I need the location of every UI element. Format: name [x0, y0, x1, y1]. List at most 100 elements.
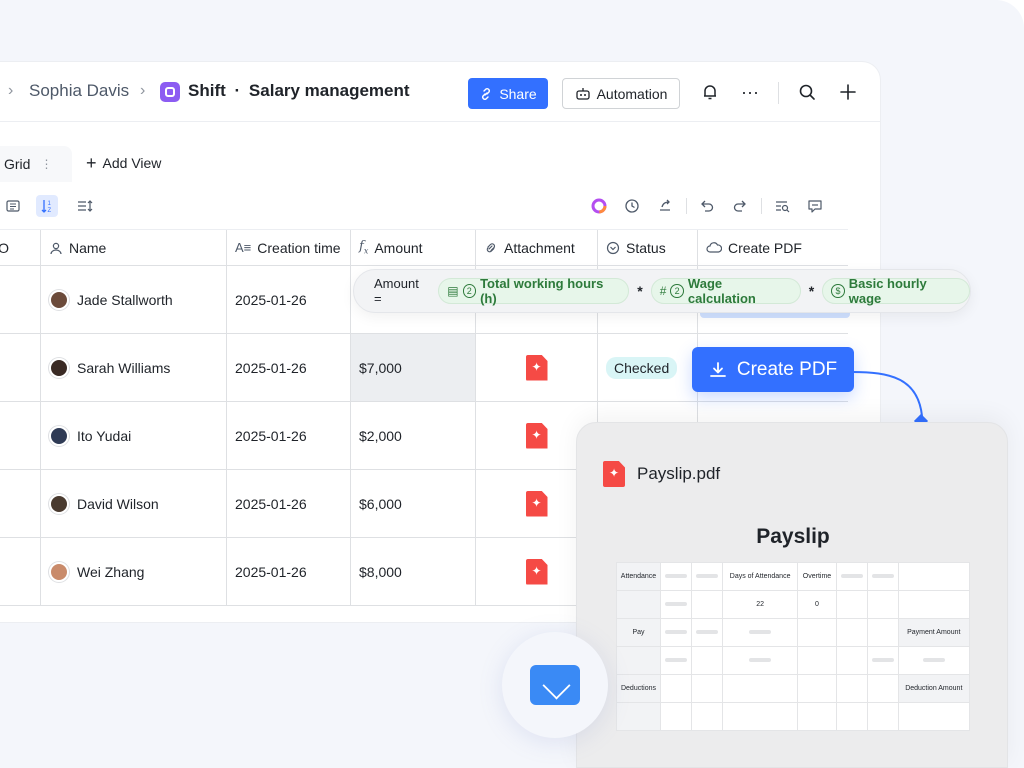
row-number-cell[interactable] — [0, 334, 41, 401]
cloud-icon — [706, 241, 722, 253]
name-cell[interactable]: Wei Zhang — [41, 538, 227, 605]
column-header-creation-time[interactable]: A≡ Creation time — [227, 230, 351, 265]
days-label: Days of Attendance — [721, 562, 799, 591]
app-name: Shift — [188, 81, 226, 100]
tab-options-icon[interactable]: ⋮ — [40, 157, 52, 171]
person-name: David Wilson — [77, 495, 159, 512]
more-icon[interactable]: ··· — [738, 80, 762, 104]
page-title: Shift · Salary management — [188, 81, 410, 101]
bell-icon[interactable] — [698, 80, 722, 104]
date-cell[interactable]: 2025-01-26 — [227, 266, 351, 333]
payslip-table: Attendance Days of Attendance Overtime 2… — [616, 562, 971, 731]
ai-icon[interactable] — [588, 195, 610, 217]
base-app-icon — [160, 82, 180, 102]
multiply-operator: * — [808, 283, 815, 299]
formula-chip-wage-calculation[interactable]: # 2 Wage calculation — [650, 276, 801, 306]
date-cell[interactable]: 2025-01-26 — [227, 538, 351, 605]
plus-icon[interactable] — [836, 80, 860, 104]
pdf-file-icon[interactable] — [525, 422, 548, 449]
grid-toolbar: 1Z — [0, 190, 860, 224]
pdf-file-icon[interactable] — [525, 558, 548, 585]
name-cell[interactable]: David Wilson — [41, 470, 227, 537]
column-header-name[interactable]: Name — [41, 230, 227, 265]
table-name: Salary management — [248, 81, 410, 100]
create-pdf-button[interactable]: Create PDF — [692, 347, 854, 392]
chip-count: 2 — [670, 284, 684, 298]
formula-bar: Amount = ▤ 2 Total working hours (h) * #… — [353, 269, 971, 313]
status-cell[interactable]: Checked — [598, 334, 698, 401]
automation-label: Automation — [596, 85, 668, 102]
email-bubble[interactable] — [502, 632, 608, 738]
amount-cell[interactable]: $2,000 — [351, 402, 476, 469]
comment-icon[interactable] — [804, 195, 826, 217]
amount-cell[interactable]: $7,000 — [351, 334, 476, 401]
add-view-button[interactable]: + Add View — [86, 153, 161, 173]
column-header-attachment[interactable]: Attachment — [476, 230, 598, 265]
robot-icon — [575, 87, 590, 100]
fields-icon[interactable] — [2, 195, 24, 217]
chip-label: Total working hours (h) — [480, 276, 604, 306]
formula-icon: ▤ — [447, 284, 459, 298]
download-icon — [709, 361, 726, 377]
formula-icon: fx — [359, 239, 369, 256]
share-button[interactable]: Share — [468, 78, 548, 109]
plus-icon: + — [86, 153, 97, 173]
amount-value: $8,000 — [359, 563, 402, 580]
deductions-label: Deductions — [616, 674, 661, 703]
tab-grid-label: Grid — [4, 156, 31, 172]
single-select-icon — [606, 241, 620, 254]
toolbar-divider — [761, 198, 762, 214]
name-cell[interactable]: Sarah Williams — [41, 334, 227, 401]
date-value: 2025-01-26 — [235, 359, 307, 376]
payslip-file[interactable]: Payslip.pdf — [603, 461, 720, 487]
formula-lead: Amount = — [374, 276, 419, 306]
attendance-label: Attendance — [616, 562, 661, 591]
find-icon[interactable] — [771, 195, 793, 217]
column-header-amount[interactable]: fx Amount — [351, 230, 476, 265]
automation-button[interactable]: Automation — [562, 78, 680, 109]
column-header-create-pdf[interactable]: Create PDF — [698, 230, 848, 265]
share-out-icon[interactable] — [654, 195, 676, 217]
column-label: Status — [626, 239, 666, 256]
avatar — [49, 425, 69, 446]
row-number-cell[interactable] — [0, 266, 41, 333]
name-cell[interactable]: Jade Stallworth — [41, 266, 227, 333]
tab-grid[interactable]: Grid ⋮ — [0, 146, 72, 182]
deduction-amount-label: Deduction Amount — [897, 674, 971, 703]
row-number-cell[interactable] — [0, 538, 41, 605]
formula-chip-total-hours[interactable]: ▤ 2 Total working hours (h) — [438, 276, 630, 306]
grid-header-row: NO Name A≡ Creation time fx Amount Attac… — [0, 229, 848, 266]
column-header-no[interactable]: NO — [0, 230, 41, 265]
payslip-preview: Payslip.pdf Payslip Attendance Days of A… — [576, 422, 1008, 768]
date-cell[interactable]: 2025-01-26 — [227, 334, 351, 401]
amount-value: $6,000 — [359, 495, 402, 512]
date-cell[interactable]: 2025-01-26 — [227, 402, 351, 469]
amount-cell[interactable]: $8,000 — [351, 538, 476, 605]
pdf-file-icon[interactable] — [525, 354, 548, 381]
sort-icon[interactable]: 1Z — [36, 195, 58, 217]
redo-icon[interactable] — [729, 195, 751, 217]
mail-icon — [530, 665, 580, 705]
toolbar-divider — [686, 198, 687, 214]
amount-value: $7,000 — [359, 359, 402, 376]
column-header-status[interactable]: Status — [598, 230, 698, 265]
pay-label: Pay — [616, 618, 661, 647]
pdf-file-icon[interactable] — [525, 490, 548, 517]
search-icon[interactable] — [795, 80, 819, 104]
share-label: Share — [499, 85, 537, 102]
person-icon — [50, 242, 62, 254]
amount-cell[interactable]: $6,000 — [351, 470, 476, 537]
row-height-icon[interactable] — [74, 195, 96, 217]
avatar — [49, 357, 69, 378]
chip-count: 2 — [462, 284, 477, 298]
row-number-cell[interactable] — [0, 470, 41, 537]
attachment-cell[interactable] — [476, 334, 598, 401]
breadcrumb-user[interactable]: Sophia Davis — [29, 81, 129, 101]
name-cell[interactable]: Ito Yudai — [41, 402, 227, 469]
history-icon[interactable] — [621, 195, 643, 217]
date-cell[interactable]: 2025-01-26 — [227, 470, 351, 537]
formula-chip-basic-hourly-wage[interactable]: $ Basic hourly wage — [822, 276, 970, 306]
row-number-cell[interactable] — [0, 402, 41, 469]
amount-value: $2,000 — [359, 427, 402, 444]
undo-icon[interactable] — [696, 195, 718, 217]
